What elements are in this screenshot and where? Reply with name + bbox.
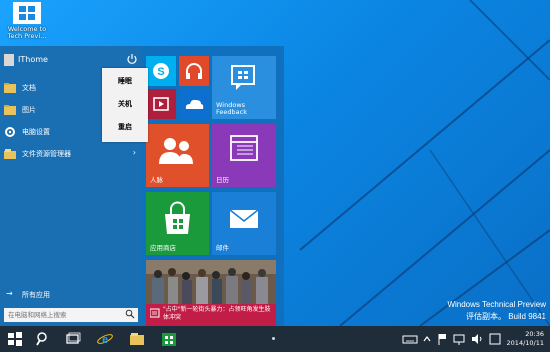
tile-onedrive[interactable] [179,89,209,119]
tile-video[interactable] [146,89,176,119]
flag-icon[interactable] [436,330,448,348]
tile-label: 日历 [216,176,229,184]
start-button-windows-icon[interactable] [6,330,24,348]
network-icon[interactable] [452,330,466,348]
search-box[interactable] [4,308,138,322]
clock-date: 2014/10/11 [506,339,544,347]
folder-icon [4,105,16,115]
power-menu-restart[interactable]: 重启 [118,122,132,132]
tile-windows-feedback[interactable]: Windows Feedback [212,56,276,119]
chevron-right-icon[interactable]: › [133,148,136,157]
file-explorer-icon [4,149,16,159]
tile-label: 人脉 [150,176,163,184]
search-icon[interactable] [34,330,52,348]
power-menu-sleep[interactable]: 睡眠 [118,76,132,86]
clock-time: 20:36 [525,330,544,338]
news-icon [150,308,160,318]
tile-store[interactable]: 应用商店 [146,192,209,255]
taskbar: e 20:36 2014/10/11 [0,326,550,352]
tile-skype[interactable]: S [146,56,176,86]
windows-logo-icon [13,2,41,24]
start-item-label: 电脑设置 [22,128,50,136]
svg-text:e: e [102,331,108,346]
watermark-build: 评估副本。 Build 9841 [465,312,546,321]
tile-music[interactable] [179,56,209,86]
news-photo [146,260,276,304]
desktop-icon-label: Welcome to Tech Previ... [7,25,47,40]
chevron-up-icon[interactable] [422,330,432,348]
desktop-icon-welcome[interactable]: Welcome to Tech Previ... [4,2,50,40]
taskbar-dot [272,337,275,340]
tile-label: 邮件 [216,244,229,252]
clock[interactable]: 20:36 2014/10/11 [507,330,544,348]
skype-icon: S [153,63,169,79]
avatar [4,54,14,66]
tile-people[interactable]: 人脉 [146,124,209,187]
start-item-label: 文档 [22,84,36,92]
watermark-title: Windows Technical Preview [447,300,546,309]
folder-icon [4,83,16,93]
all-apps-label: 所有应用 [22,291,50,299]
arrow-right-icon: → [6,289,13,298]
power-menu: 睡眠 关机 重启 [102,68,148,142]
power-icon[interactable] [126,53,138,65]
tile-label: Windows Feedback [216,101,247,116]
power-menu-shutdown[interactable]: 关机 [118,99,132,109]
cloud-icon [185,99,204,109]
start-item-file-explorer[interactable]: 文件资源管理器 › [0,146,142,162]
start-item-label: 文件资源管理器 [22,150,71,158]
volume-icon[interactable] [470,330,484,348]
start-item-label: 图片 [22,106,36,114]
tile-news-headline: "占中"新一轮街头暴力：占领旺角发生肢体冲突 [163,306,271,321]
svg-text:S: S [157,66,164,78]
keyboard-icon[interactable] [402,330,418,348]
user-name: IThome [18,55,48,64]
headphones-icon [186,63,202,79]
gear-icon [5,127,15,137]
tile-calendar[interactable]: 日历 [212,124,276,187]
language-icon[interactable] [488,330,502,348]
file-explorer-icon[interactable] [128,330,146,348]
user-row[interactable]: IThome [0,52,142,68]
internet-explorer-icon[interactable]: e [96,330,114,348]
tile-mail[interactable]: 邮件 [212,192,276,255]
tile-label: 应用商店 [150,244,176,252]
search-input[interactable] [8,310,118,320]
all-apps-button[interactable]: → 所有应用 [0,288,142,302]
video-icon [153,97,169,111]
tile-news[interactable]: "占中"新一轮街头暴力：占领旺角发生肢体冲突 [146,260,276,326]
store-icon[interactable] [160,330,178,348]
search-icon[interactable] [125,309,135,319]
task-view-icon[interactable] [64,330,82,348]
